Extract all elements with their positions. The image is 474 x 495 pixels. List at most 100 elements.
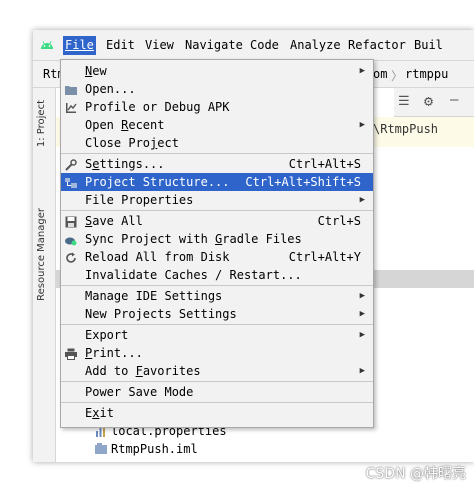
file-menu-item-label: Reload All from Disk (85, 248, 230, 266)
shortcut-label: Ctrl+Alt+Y (288, 250, 361, 264)
wrench-icon (65, 158, 77, 171)
file-menu-item-1[interactable]: Open... (61, 80, 373, 98)
file-menu-item-label: New Projects Settings (85, 305, 237, 323)
menu-build-label: Buil (414, 38, 443, 52)
tree-item-label: RtmpPush.iml (111, 442, 198, 456)
file-menu-item-8[interactable]: Save All Ctrl+S (61, 212, 373, 230)
tab-project[interactable]: 1: Project (36, 100, 47, 147)
menu-view[interactable]: View (145, 37, 174, 54)
project-structure-icon (65, 176, 77, 188)
label-part: rint... (92, 346, 143, 360)
file-menu-item-13[interactable]: New Projects Settings ▶ (61, 305, 373, 323)
breadcrumb-package[interactable]: om (373, 67, 387, 81)
profile-apk-icon (65, 101, 77, 113)
file-menu-item-label: Exit (85, 404, 114, 422)
submenu-arrow-icon: ▶ (359, 309, 365, 319)
file-menu-item-17[interactable]: Power Save Mode (61, 383, 373, 401)
project-path: \RtmpPush (373, 122, 439, 136)
file-menu-item-11[interactable]: Invalidate Caches / Restart... (61, 266, 373, 284)
file-menu-item-label: Open Recent (85, 116, 164, 134)
file-menu-item-label: Sync Project with Gradle Files (85, 230, 302, 248)
menu-file-label: File (65, 38, 94, 52)
menu-edit[interactable]: Edit (106, 37, 135, 54)
file-menu-item-10[interactable]: Reload All from Disk Ctrl+Alt+Y (61, 248, 373, 266)
file-menu-dropdown: New ▶ Open... Profile or Debug APK Open Rece… (60, 59, 374, 428)
menu-build[interactable]: Buil (414, 37, 443, 54)
shortcut-label: Ctrl+S (317, 214, 361, 228)
menu-separator (61, 402, 373, 403)
file-menu-item-12[interactable]: Manage IDE Settings ▶ (61, 287, 373, 305)
file-menu-item-6[interactable]: Project Structure... Ctrl+Alt+Shift+S (61, 173, 373, 191)
label-part: Close Pro (85, 136, 151, 150)
module-file-icon (95, 443, 107, 454)
watermark: CSDN @韩曙亮 (365, 466, 466, 482)
folder-icon (65, 83, 77, 95)
menu-separator (61, 153, 373, 154)
file-menu-item-label: Export (85, 326, 128, 344)
label-part: ave All (92, 214, 143, 228)
file-menu-item-7[interactable]: File Properties ▶ (61, 191, 373, 209)
file-menu-item-14[interactable]: Export ▶ (61, 326, 373, 344)
label-part: File Properties (85, 193, 194, 207)
label-part: Open (85, 118, 122, 132)
label-part: Invalidate Caches / Restart... (85, 268, 302, 282)
label-part: Add to (85, 364, 136, 378)
collapse-icon[interactable]: ☰ (398, 94, 410, 109)
menu-refactor[interactable]: Refactor (348, 37, 406, 54)
tab-resource-manager[interactable]: Resource Manager (36, 208, 47, 301)
shortcut-label: Ctrl+Alt+Shift+S (245, 175, 361, 189)
file-menu-item-2[interactable]: Profile or Debug APK (61, 98, 373, 116)
menu-code[interactable]: Code (250, 37, 279, 54)
tree-item-iml[interactable]: RtmpPush.iml (95, 440, 198, 458)
file-menu-item-label: Project Structure... (85, 173, 230, 191)
file-menu-item-0[interactable]: New ▶ (61, 62, 373, 80)
android-icon (41, 41, 53, 49)
file-menu-item-label: Add to Favorites (85, 362, 201, 380)
label-part: Power Save Mode (85, 385, 194, 399)
print-icon (65, 347, 77, 360)
label-part: avorites (142, 364, 201, 378)
tool-window-strip: 1: Project Resource Manager (33, 88, 56, 462)
file-menu-item-label: Invalidate Caches / Restart... (85, 266, 302, 284)
file-menu-item-label: Manage IDE Settings (85, 287, 222, 305)
file-menu-item-4[interactable]: Close Project (61, 134, 373, 152)
file-menu-item-label: File Properties (85, 191, 193, 209)
gradle-sync-icon (65, 233, 77, 246)
gear-icon[interactable]: ⚙ (424, 92, 433, 110)
file-menu-item-label: Open... (85, 80, 136, 98)
file-menu-item-9[interactable]: Sync Project with Gradle Files (61, 230, 373, 248)
file-menu-item-label: Print... (85, 344, 143, 362)
label-part: Sync Project with (85, 232, 216, 246)
breadcrumb-module[interactable]: rtmppu (405, 67, 448, 81)
file-menu-item-16[interactable]: Add to Favorites ▶ (61, 362, 373, 380)
label-part: Open... (85, 82, 136, 96)
label-mnemonic: F (135, 364, 143, 378)
label-part: ecent (128, 118, 165, 132)
submenu-arrow-icon: ▶ (359, 120, 365, 130)
menu-navigate[interactable]: Navigate (185, 37, 243, 54)
file-menu-item-5[interactable]: Settings... Ctrl+Alt+S (61, 155, 373, 173)
file-menu-item-3[interactable]: Open Recent ▶ (61, 116, 373, 134)
menu-separator (61, 381, 373, 382)
submenu-arrow-icon: ▶ (359, 291, 365, 301)
menu-bar: File Edit View Navigate Code Analyze Ref… (33, 30, 474, 61)
menu-analyze-label: Analyze (290, 38, 341, 52)
label-part: Manage IDE Settings (85, 289, 223, 303)
hide-icon[interactable]: — (450, 92, 458, 108)
breadcrumb-separator: 〉 (391, 69, 404, 83)
submenu-arrow-icon: ▶ (359, 195, 365, 205)
menu-edit-label: Edit (106, 38, 135, 52)
file-menu-item-15[interactable]: Print... (61, 344, 373, 362)
menu-file[interactable]: File (63, 36, 96, 55)
menu-navigate-label: Navigate (185, 38, 243, 52)
label-part: radle Files (222, 232, 302, 246)
file-menu-item-label: New (85, 62, 107, 80)
file-menu-item-18[interactable]: Exit (61, 404, 373, 422)
menu-analyze[interactable]: Analyze (290, 37, 341, 54)
menu-code-label: Code (250, 38, 279, 52)
label-part: Export (85, 328, 129, 342)
label-part: Project Structure... (85, 175, 230, 189)
shortcut-label: Ctrl+Alt+S (288, 157, 361, 171)
menu-separator (61, 324, 373, 325)
label-part: New Projects Settings (85, 307, 237, 321)
